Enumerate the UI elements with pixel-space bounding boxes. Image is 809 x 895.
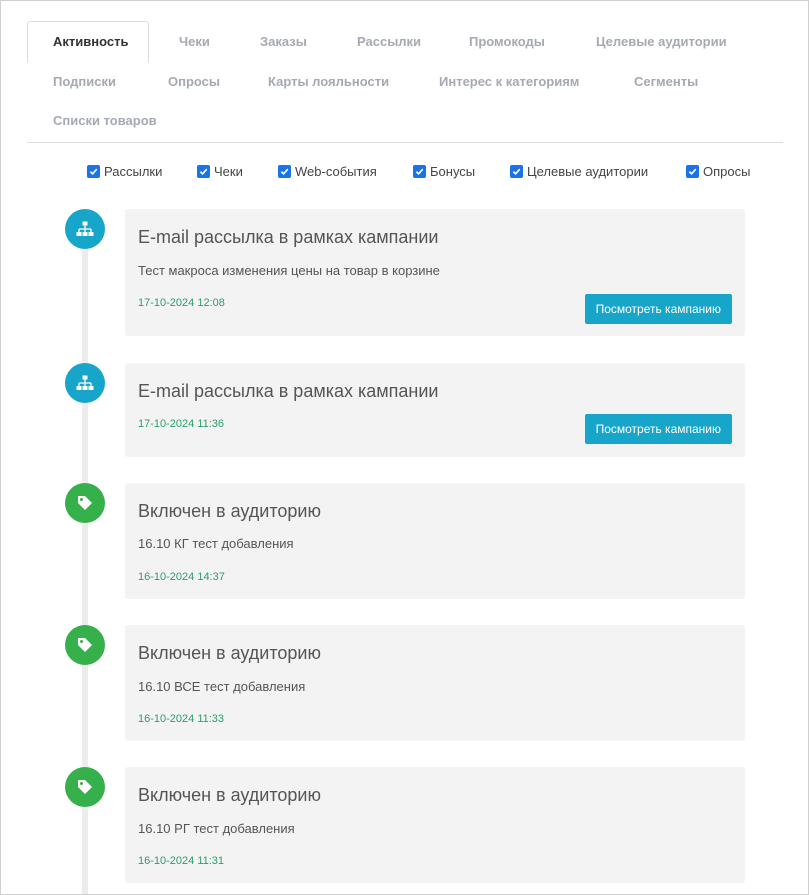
filter-receipts[interactable]: Чеки	[197, 164, 243, 179]
tag-icon	[65, 625, 105, 665]
event-title: Включен в аудиторию	[138, 643, 321, 663]
tab-loyalty-cards[interactable]: Карты лояльности	[268, 74, 389, 90]
view-campaign-button[interactable]: Посмотреть кампанию	[584, 414, 732, 444]
checkbox-checked-icon[interactable]	[413, 165, 426, 178]
tab-surveys[interactable]: Опросы	[168, 74, 220, 90]
timeline-event-card: E-mail рассылка в рамках кампании Тест м…	[125, 209, 745, 336]
tab-orders[interactable]: Заказы	[260, 34, 307, 50]
event-title: Включен в аудиторию	[138, 785, 321, 805]
timeline-event-card: Включен в аудиторию 16.10 ВСЕ тест добав…	[125, 625, 745, 741]
checkbox-checked-icon[interactable]	[686, 165, 699, 178]
event-description: 16.10 КГ тест добавления	[138, 536, 294, 551]
filter-bonuses[interactable]: Бонусы	[413, 164, 475, 179]
tab-promocodes[interactable]: Промокоды	[469, 34, 545, 50]
checkbox-checked-icon[interactable]	[197, 165, 210, 178]
checkbox-checked-icon[interactable]	[278, 165, 291, 178]
event-date: 16-10-2024 14:37	[138, 571, 225, 583]
filter-label: Опросы	[703, 164, 751, 179]
event-description: 16.10 ВСЕ тест добавления	[138, 679, 306, 694]
tab-category-interest[interactable]: Интерес к категориям	[439, 74, 579, 90]
activity-panel: Активность Чеки Заказы Рассылки Промокод…	[0, 0, 809, 895]
event-title: E-mail рассылка в рамках кампании	[138, 227, 439, 247]
filter-label: Чеки	[214, 164, 243, 179]
tab-receipts[interactable]: Чеки	[179, 34, 210, 50]
tab-activity[interactable]: Активность	[27, 21, 150, 63]
checkbox-checked-icon[interactable]	[510, 165, 523, 178]
event-filters: Рассылки Чеки Web-события Бонусы Целевые…	[87, 164, 767, 184]
filter-web-events[interactable]: Web-события	[278, 164, 377, 179]
tab-subscriptions[interactable]: Подписки	[53, 74, 116, 90]
event-description: 16.10 РГ тест добавления	[138, 821, 295, 836]
tab-target-audiences[interactable]: Целевые аудитории	[596, 34, 727, 50]
filter-surveys[interactable]: Опросы	[686, 164, 750, 179]
filter-label: Web-события	[295, 164, 377, 179]
timeline-event-card: Включен в аудиторию 16.10 РГ тест добавл…	[125, 767, 745, 883]
tag-icon	[65, 767, 105, 807]
timeline-event-card: Включен в аудиторию 16.10 КГ тест добавл…	[125, 483, 745, 599]
event-date: 17-10-2024 11:36	[138, 418, 225, 430]
filter-target-audiences[interactable]: Целевые аудитории	[510, 164, 648, 179]
event-date: 16-10-2024 11:31	[138, 855, 225, 867]
tab-product-lists[interactable]: Списки товаров	[53, 113, 157, 129]
checkbox-checked-icon[interactable]	[87, 165, 100, 178]
event-date: 17-10-2024 12:08	[138, 297, 225, 309]
sitemap-icon	[65, 209, 105, 249]
filter-mailings[interactable]: Рассылки	[87, 164, 162, 179]
event-title: E-mail рассылка в рамках кампании	[138, 381, 439, 401]
tab-segments[interactable]: Сегменты	[634, 74, 698, 90]
tag-icon	[65, 483, 105, 523]
tab-bar: Активность Чеки Заказы Рассылки Промокод…	[27, 21, 783, 143]
event-title: Включен в аудиторию	[138, 501, 321, 521]
filter-label: Бонусы	[430, 164, 476, 179]
timeline-event-card: E-mail рассылка в рамках кампании 17-10-…	[125, 363, 745, 457]
view-campaign-button[interactable]: Посмотреть кампанию	[584, 294, 732, 324]
filter-label: Рассылки	[104, 164, 163, 179]
event-description: Тест макроса изменения цены на товар в к…	[138, 263, 440, 278]
filter-label: Целевые аудитории	[527, 164, 649, 179]
event-date: 16-10-2024 11:33	[138, 713, 225, 725]
sitemap-icon	[65, 363, 105, 403]
tab-mailings[interactable]: Рассылки	[357, 34, 421, 50]
